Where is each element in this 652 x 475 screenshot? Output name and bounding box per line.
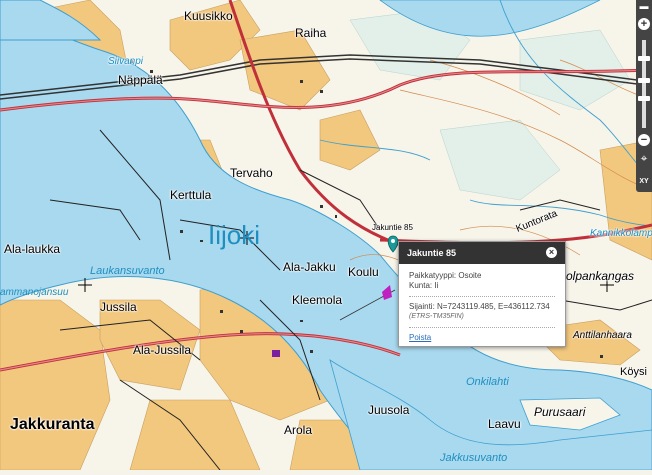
water-label-jakkusuvanto: Jakkusuvanto — [440, 452, 508, 464]
topographic-map[interactable]: Kuusikko Raiha Näppälä Siivanpi Tervaho … — [0, 0, 652, 471]
place-label-kleemola: Kleemola — [292, 293, 343, 307]
divider — [409, 296, 555, 297]
place-label-raiha: Raiha — [295, 26, 327, 40]
place-label-ala-jakku: Ala-Jakku — [283, 260, 336, 274]
popup-header: Jakuntie 85 × — [399, 242, 565, 264]
zoom-level-marker — [638, 78, 650, 83]
place-label-koulu: Koulu — [348, 265, 379, 279]
place-label-purusaari: Purusaari — [534, 405, 586, 419]
map-canvas[interactable] — [0, 0, 652, 471]
municipality: Kunta: Ii — [409, 281, 439, 290]
place-label-olpankangas: olpankangas — [566, 269, 635, 283]
map-controls: ▬ + − ⌖ XY — [636, 0, 652, 192]
water-label-kannikkolampi: Kannikkolamp — [590, 228, 652, 239]
zoom-out-button[interactable]: − — [638, 134, 650, 146]
zoom-slider-handle[interactable] — [638, 56, 650, 61]
place-label-laavu: Laavu — [488, 417, 521, 431]
river-label-iijoki: Iijoki — [208, 220, 261, 250]
place-label-jussila: Jussila — [100, 300, 137, 314]
remove-link[interactable]: Poista — [409, 333, 431, 342]
xy-coordinates-button[interactable]: XY — [638, 176, 650, 188]
place-label-juusola: Juusola — [368, 403, 410, 417]
place-label-tervaho: Tervaho — [230, 166, 273, 180]
place-label-jakkuranta: Jakkuranta — [10, 416, 95, 433]
place-label-anttilanhaara: Anttilanhaara — [573, 330, 632, 341]
menu-icon[interactable]: ▬ — [638, 0, 650, 12]
zoom-level-marker — [638, 96, 650, 101]
popup-title: Jakuntie 85 — [407, 248, 457, 258]
marker-label-jakuntie: Jakuntie 85 — [372, 223, 413, 232]
place-type: Paikkatyyppi: Osoite — [409, 271, 482, 280]
place-label-ala-jussila: Ala-Jussila — [133, 343, 192, 357]
water-label-ammanojansuu: ammanojansuu — [0, 287, 69, 298]
water-label-siivanpi: Siivanpi — [108, 56, 144, 67]
coordinates: Sijainti: N=7243119.485, E=436112.734 — [409, 302, 550, 311]
locate-icon[interactable]: ⌖ — [638, 152, 650, 164]
place-label-arola: Arola — [284, 423, 313, 437]
water-label-onkilahti: Onkilahti — [466, 376, 509, 388]
location-popup: Jakuntie 85 × Paikkatyyppi: Osoite Kunta… — [398, 241, 566, 347]
place-label-kerttula: Kerttula — [170, 188, 212, 202]
water-label-laukansuvanto: Laukansuvanto — [90, 265, 165, 277]
close-icon[interactable]: × — [546, 247, 557, 258]
place-label-koysi: Köysi — [620, 366, 647, 378]
place-label-ala-laukka: Ala-laukka — [4, 242, 61, 256]
popup-body: Paikkatyyppi: Osoite Kunta: Ii Sijainti:… — [399, 264, 565, 347]
divider — [409, 327, 555, 328]
place-label-kuusikko: Kuusikko — [184, 9, 233, 23]
place-label-nappala: Näppälä — [118, 73, 163, 87]
zoom-slider-track[interactable] — [642, 40, 646, 128]
zoom-in-button[interactable]: + — [638, 18, 650, 30]
coordinate-system: (ETRS-TM35FIN) — [409, 313, 464, 320]
